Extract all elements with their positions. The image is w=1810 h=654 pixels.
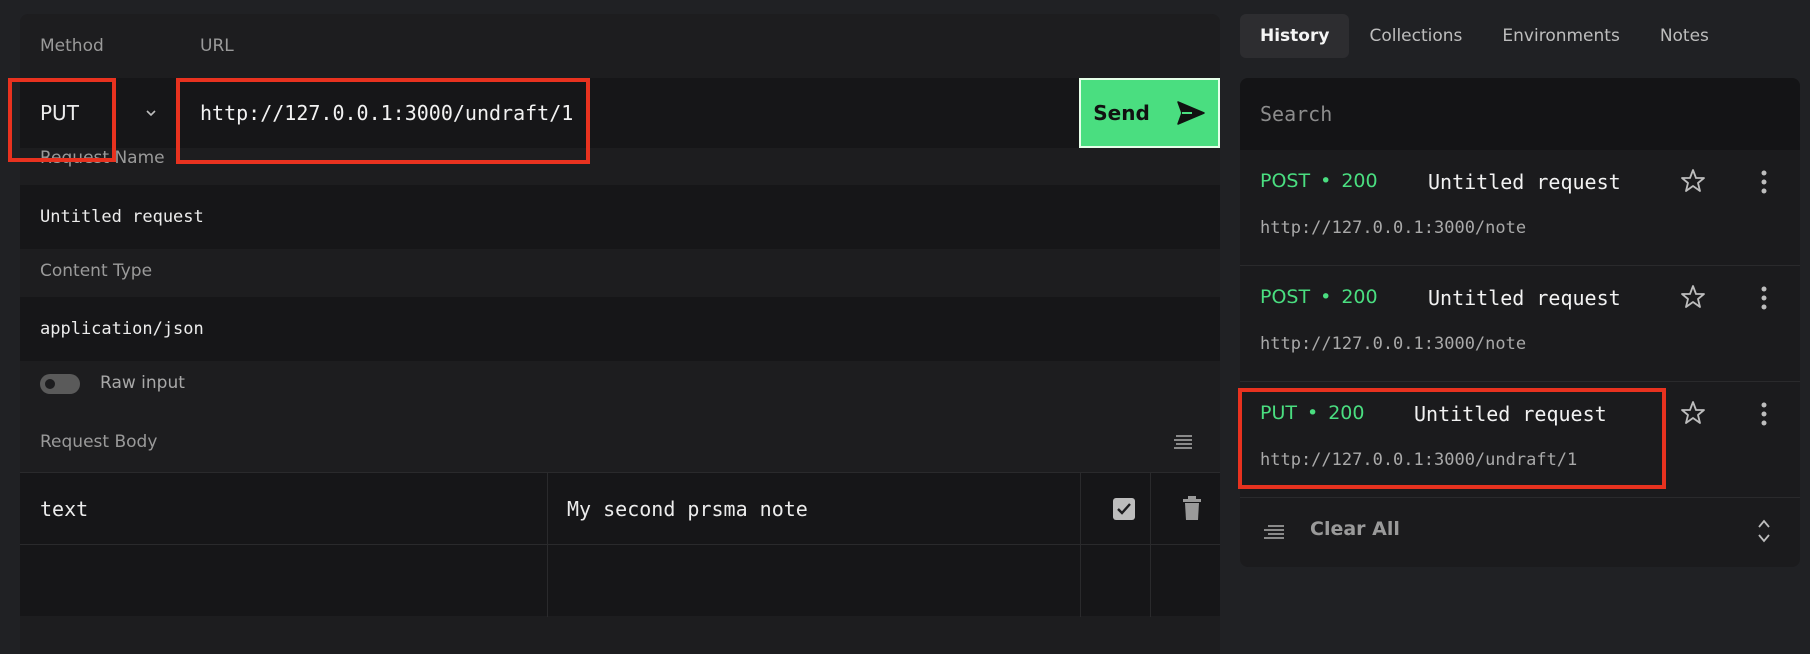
request-name-value: Untitled request	[40, 207, 204, 227]
tab-history[interactable]: History	[1240, 14, 1350, 58]
send-icon	[1177, 101, 1205, 125]
body-row: text My second prsma note	[20, 472, 1220, 545]
history-search-input[interactable]: Search	[1240, 78, 1800, 150]
column-divider	[547, 473, 548, 545]
send-label: Send	[1093, 101, 1150, 125]
send-button[interactable]: Send	[1079, 78, 1220, 148]
history-item[interactable]: PUT • 200 Untitled request http://127.0.0.…	[1240, 382, 1800, 498]
more-vertical-icon[interactable]	[1760, 402, 1768, 426]
body-row-key[interactable]: text	[40, 473, 540, 545]
clear-all-row[interactable]: Clear All	[1240, 496, 1800, 567]
request-body-label: Request Body	[40, 432, 158, 452]
history-item-url: http://127.0.0.1:3000/note	[1260, 334, 1527, 354]
history-item-meta: POST • 200	[1260, 170, 1378, 192]
history-item-name: Untitled request	[1414, 402, 1607, 426]
history-item-name: Untitled request	[1428, 170, 1621, 194]
check-icon	[1117, 503, 1131, 515]
more-vertical-icon[interactable]	[1760, 170, 1768, 194]
search-placeholder: Search	[1260, 102, 1333, 126]
tab-environments[interactable]: Environments	[1482, 14, 1639, 58]
method-header: Method	[40, 36, 104, 56]
method-value: PUT	[40, 101, 79, 125]
sidebar-tabs: History Collections Environments Notes	[1240, 14, 1729, 58]
row-enabled-checkbox[interactable]	[1113, 498, 1135, 520]
history-item[interactable]: POST • 200 Untitled request http://127.0.0…	[1240, 266, 1800, 382]
url-header: URL	[200, 36, 234, 56]
history-panel: Search POST • 200 Untitled request http://…	[1240, 78, 1800, 567]
url-input[interactable]: http://127.0.0.1:3000/undraft/1	[200, 78, 1080, 148]
history-item[interactable]: POST • 200 Untitled request http://127.0.0…	[1240, 150, 1800, 266]
format-icon[interactable]	[1172, 434, 1194, 450]
history-item-url: http://127.0.0.1:3000/undraft/1	[1260, 450, 1578, 470]
request-panel: Method URL PUT http://127.0.0.1:3000/und…	[20, 14, 1220, 654]
column-divider	[1080, 545, 1081, 617]
column-divider	[1080, 473, 1081, 545]
history-item-name: Untitled request	[1428, 286, 1621, 310]
more-vertical-icon[interactable]	[1760, 286, 1768, 310]
content-type-label: Content Type	[40, 261, 153, 281]
request-name-label: Request Name	[40, 148, 165, 168]
column-divider	[1150, 473, 1151, 545]
history-item-url: http://127.0.0.1:3000/note	[1260, 218, 1527, 238]
history-item-meta: PUT • 200	[1260, 402, 1365, 424]
raw-input-label: Raw input	[100, 373, 185, 393]
column-divider	[1150, 545, 1151, 617]
body-row-empty	[20, 544, 1220, 617]
url-value: http://127.0.0.1:3000/undraft/1	[200, 101, 574, 125]
column-divider	[547, 545, 548, 617]
url-row: PUT http://127.0.0.1:3000/undraft/1 Send	[20, 78, 1220, 148]
content-type-field[interactable]: application/json	[20, 297, 1220, 361]
star-icon[interactable]	[1680, 168, 1706, 194]
trash-icon[interactable]	[1182, 495, 1202, 521]
clear-all-button[interactable]: Clear All	[1310, 518, 1400, 540]
tab-notes[interactable]: Notes	[1640, 14, 1729, 58]
raw-input-toggle[interactable]	[40, 374, 80, 394]
toggle-knob	[45, 379, 55, 389]
chevron-up-down-icon[interactable]	[1757, 518, 1771, 544]
star-icon[interactable]	[1680, 284, 1706, 310]
tab-collections[interactable]: Collections	[1349, 14, 1482, 58]
content-type-value: application/json	[40, 319, 204, 339]
request-name-field[interactable]: Untitled request	[20, 185, 1220, 249]
clear-list-icon	[1264, 525, 1284, 539]
history-item-meta: POST • 200	[1260, 286, 1378, 308]
method-select[interactable]: PUT	[40, 78, 190, 148]
star-icon[interactable]	[1680, 400, 1706, 426]
chevron-down-icon[interactable]	[144, 106, 158, 120]
body-row-value[interactable]: My second prsma note	[567, 473, 1087, 545]
